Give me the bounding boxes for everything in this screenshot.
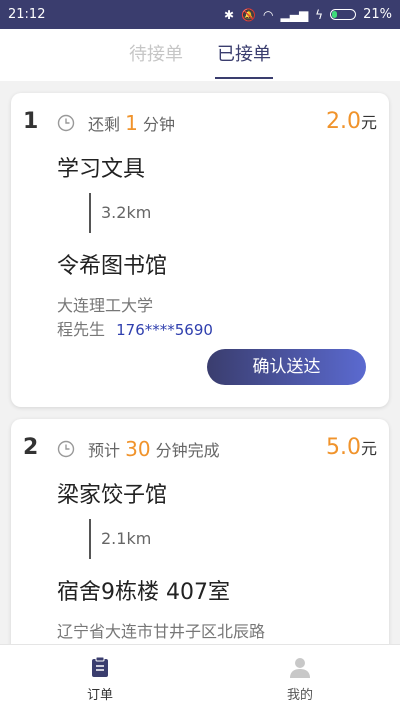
route-divider bbox=[89, 519, 91, 559]
order-price: 2.0元 bbox=[326, 109, 377, 134]
nav-profile-label: 我的 bbox=[286, 688, 313, 703]
person-icon bbox=[290, 658, 310, 678]
status-icons: ✱ 🔕 ◠ ▂▄▆ ϟ 21% bbox=[224, 7, 392, 22]
charging-icon: ϟ bbox=[315, 7, 324, 22]
route-divider bbox=[89, 193, 91, 233]
tab-accepted[interactable]: 已接单 bbox=[215, 29, 273, 81]
tab-pending[interactable]: 待接单 bbox=[127, 29, 185, 81]
price-currency: 元 bbox=[360, 113, 377, 132]
status-time: 21:12 bbox=[8, 7, 46, 22]
time-remaining: 还剩 1 分钟 bbox=[88, 111, 175, 135]
customer-name: 程先生 bbox=[57, 320, 106, 339]
status-bar: 21:12 ✱ 🔕 ◠ ▂▄▆ ϟ 21% bbox=[0, 0, 400, 29]
confirm-delivery-button[interactable]: 确认送达 bbox=[207, 349, 366, 385]
price-currency: 元 bbox=[360, 439, 377, 458]
order-list[interactable]: 1 还剩 1 分钟 2.0元 学习文具 3.2km 令希图书馆 大连理工大学 程… bbox=[0, 81, 400, 644]
bottom-nav: 订单 我的 bbox=[0, 644, 400, 711]
delivery-address: 辽宁省大连市甘井子区北辰路 bbox=[57, 622, 266, 641]
delivery-location: 令希图书馆 bbox=[57, 254, 168, 279]
pickup-location: 学习文具 bbox=[57, 157, 146, 182]
delivery-address: 大连理工大学 bbox=[57, 296, 154, 315]
clipboard-icon bbox=[92, 656, 108, 677]
clock-icon bbox=[57, 440, 75, 458]
distance: 2.1km bbox=[101, 529, 152, 548]
order-tabs: 待接单 已接单 bbox=[0, 29, 400, 81]
order-card[interactable]: 2 预计 30 分钟完成 5.0元 梁家饺子馆 2.1km 宿舍9栋楼 407室… bbox=[11, 419, 389, 644]
time-value: 1 bbox=[125, 111, 138, 135]
order-index: 2 bbox=[23, 435, 39, 460]
price-amount: 5.0 bbox=[325, 435, 361, 460]
nav-profile[interactable]: 我的 bbox=[200, 645, 400, 711]
battery-percent: 21% bbox=[363, 7, 392, 22]
order-card[interactable]: 1 还剩 1 分钟 2.0元 学习文具 3.2km 令希图书馆 大连理工大学 程… bbox=[11, 93, 389, 407]
nav-orders-label: 订单 bbox=[86, 688, 113, 703]
time-value: 30 bbox=[125, 437, 151, 461]
customer-contact: 程先生 176****5690 bbox=[57, 316, 213, 340]
estimated-time: 预计 30 分钟完成 bbox=[88, 437, 220, 461]
delivery-location: 宿舍9栋楼 407室 bbox=[57, 580, 230, 605]
pickup-location: 梁家饺子馆 bbox=[57, 483, 168, 508]
order-price: 5.0元 bbox=[326, 435, 377, 460]
price-amount: 2.0 bbox=[325, 109, 361, 134]
distance: 3.2km bbox=[101, 203, 152, 222]
bluetooth-icon: ✱ bbox=[223, 7, 235, 22]
nav-orders[interactable]: 订单 bbox=[0, 645, 200, 711]
customer-phone[interactable]: 176****5690 bbox=[116, 321, 213, 339]
battery-icon bbox=[330, 9, 357, 20]
order-index: 1 bbox=[23, 109, 39, 134]
wifi-icon: ◠ bbox=[263, 7, 274, 22]
mute-icon: 🔕 bbox=[241, 7, 256, 22]
signal-icon: ▂▄▆ bbox=[280, 7, 309, 22]
clock-icon bbox=[57, 114, 75, 132]
